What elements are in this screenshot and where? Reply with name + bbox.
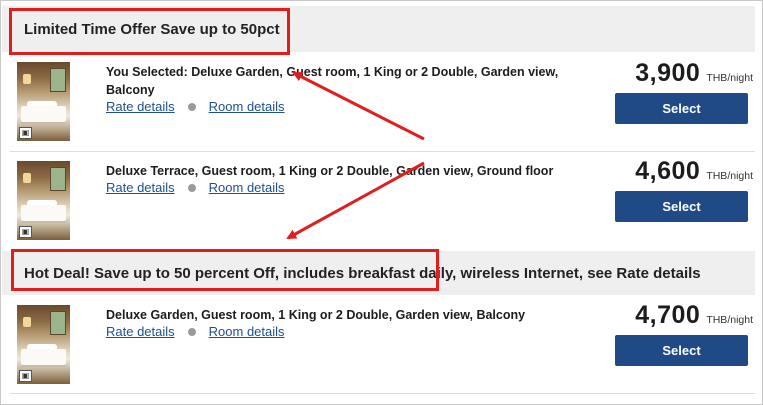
price-unit: THB/night [706, 170, 753, 182]
select-button[interactable]: Select [615, 191, 748, 222]
room-thumbnail[interactable]: ▣ [17, 62, 70, 141]
room-thumbnail[interactable]: ▣ [17, 161, 70, 240]
separator-dot-icon [187, 102, 196, 111]
row-divider [10, 151, 755, 152]
camera-icon[interactable]: ▣ [19, 370, 32, 382]
price-amount: 4,600 [635, 157, 701, 185]
room-price: 4,600 THB/night [603, 157, 753, 186]
room-details-link[interactable]: Room details [209, 99, 285, 114]
camera-icon[interactable]: ▣ [19, 127, 32, 139]
room-price: 3,900 THB/night [603, 59, 753, 88]
room-thumbnail[interactable]: ▣ [17, 305, 70, 384]
room-title: Deluxe Garden, Guest room, 1 King or 2 D… [106, 308, 526, 322]
room-links: Rate details Room details [106, 99, 285, 114]
price-amount: 3,900 [635, 59, 701, 87]
select-button[interactable]: Select [615, 335, 748, 366]
room-price: 4,700 THB/night [603, 301, 753, 330]
separator-dot-icon [187, 183, 196, 192]
room-details-link[interactable]: Room details [209, 180, 285, 195]
price-unit: THB/night [706, 314, 753, 326]
annotation-box-hot-deal [11, 249, 439, 291]
room-details-link[interactable]: Room details [209, 324, 285, 339]
rate-details-link[interactable]: Rate details [106, 180, 175, 195]
annotation-box-limited-offer [9, 8, 290, 55]
price-amount: 4,700 [635, 301, 701, 329]
room-title: You Selected: Deluxe Garden, Guest room,… [106, 65, 559, 97]
room-links: Rate details Room details [106, 324, 285, 339]
row-divider [10, 393, 755, 394]
separator-dot-icon [187, 327, 196, 336]
rate-details-link[interactable]: Rate details [106, 324, 175, 339]
price-unit: THB/night [706, 72, 753, 84]
camera-icon[interactable]: ▣ [19, 226, 32, 238]
room-links: Rate details Room details [106, 180, 285, 195]
rate-details-link[interactable]: Rate details [106, 99, 175, 114]
room-title: Deluxe Terrace, Guest room, 1 King or 2 … [106, 164, 554, 178]
select-button[interactable]: Select [615, 93, 748, 124]
